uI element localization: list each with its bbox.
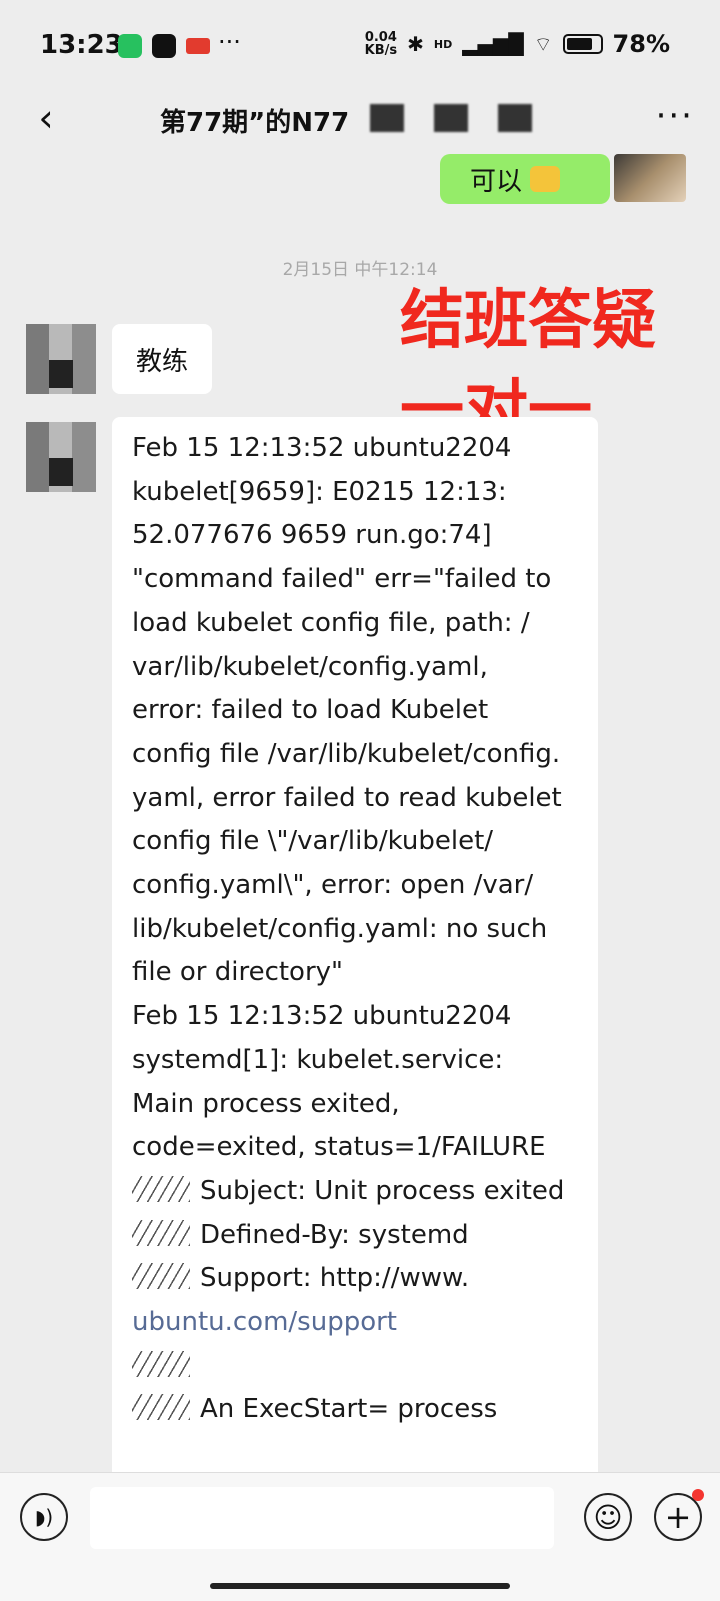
received-message-text: 教练 (136, 346, 189, 377)
chat-header: ‹ 第77期”的N77 ··· (0, 92, 720, 152)
hd-label: HD (433, 37, 453, 51)
log-line-hatched: An ExecStart= process (132, 1388, 598, 1432)
log-line-hatched: Subject: Unit process exited (132, 1170, 598, 1214)
redacted-title-mosaic (370, 104, 532, 132)
log-line: config file /var/lib/kubelet/config. (132, 738, 561, 769)
message-input[interactable] (90, 1487, 554, 1549)
more-options-icon[interactable]: ··· (656, 96, 694, 136)
log-line: Feb 15 12:13:52 ubuntu2204 (132, 433, 512, 463)
notification-dot (692, 1489, 704, 1501)
wifi-icon: ⌔ (533, 31, 553, 56)
message-input-bar: ◗) ☺ + (0, 1472, 720, 1601)
more-notifications-icon: ··· (218, 28, 241, 56)
wechat-notification-icon (118, 34, 142, 58)
log-line: systemd[1]: kubelet.service: (132, 1044, 504, 1075)
log-line: config.yaml\", error: open /var/ (132, 870, 534, 901)
log-line-text: Defined-By: systemd (200, 1219, 469, 1250)
mosaic-block (434, 104, 468, 132)
status-bar: 13:23 ··· 0.04 KB/s ✱ HD ▂▄▆█ ⌔ 78% (0, 0, 720, 92)
received-message-bubble[interactable]: 教练 (112, 324, 213, 394)
log-line: Feb 15 12:13:52 ubuntu2204 (132, 1001, 512, 1032)
log-line-hatched: Support: http://www. (132, 1257, 598, 1301)
log-line-text: Subject: Unit process exited (200, 1175, 565, 1206)
network-speed-unit: KB/s (364, 43, 398, 58)
overlay-line-1: 结班答疑 (400, 284, 656, 358)
contact-avatar[interactable] (26, 324, 96, 394)
home-indicator[interactable] (210, 1583, 510, 1589)
log-line-text: An ExecStart= process (200, 1394, 498, 1425)
log-line-text: Support: http://www. (200, 1263, 470, 1294)
mosaic-block (498, 104, 532, 132)
hatch-marker (132, 1175, 190, 1202)
thumbs-up-icon (530, 166, 560, 192)
cellular-signal-icon: ▂▄▆█ (462, 32, 524, 56)
contact-avatar[interactable] (26, 422, 96, 492)
log-line: "command failed" err="failed to (132, 564, 552, 595)
log-line: yaml, error failed to read kubelet (132, 782, 562, 813)
log-line: error: failed to load Kubelet (132, 695, 489, 726)
back-icon[interactable]: ‹ (26, 96, 66, 140)
hatch-marker (132, 1263, 190, 1290)
log-line: code=exited, status=1/FAILURE (132, 1132, 546, 1163)
log-line: config file \"/var/lib/kubelet/ (132, 826, 494, 857)
news-notification-icon (186, 38, 210, 54)
chat-messages[interactable]: 可以 2月15日 中午12:14 教练 结班答疑 一对一 Feb 15 12:1… (0, 152, 720, 1472)
log-line-hatched (132, 1345, 598, 1389)
log-line: var/lib/kubelet/config.yaml, (132, 651, 488, 682)
log-line: load kubelet config file, path: / (132, 607, 530, 638)
battery-percent: 78% (612, 30, 670, 58)
status-indicators: 0.04 KB/s ✱ HD ▂▄▆█ ⌔ 78% (365, 30, 670, 58)
sent-message-bubble[interactable]: 可以 (439, 154, 610, 204)
voice-input-icon[interactable]: ◗) (20, 1493, 68, 1541)
log-line: Main process exited, (132, 1088, 400, 1119)
log-line: lib/kubelet/config.yaml: no such (132, 913, 548, 944)
battery-icon (562, 34, 603, 54)
mosaic-block (370, 104, 404, 132)
log-line: 52.077676 9659 run.go:74] (132, 520, 492, 551)
received-log-bubble[interactable]: Feb 15 12:13:52 ubuntu2204 kubelet[9659]… (112, 417, 598, 1472)
support-link[interactable]: ubuntu.com/support (132, 1301, 598, 1345)
status-time: 13:23 (40, 30, 123, 60)
emoji-icon[interactable]: ☺ (584, 1493, 632, 1541)
log-line: kubelet[9659]: E0215 12:13: (132, 476, 507, 507)
hatch-marker (132, 1219, 190, 1246)
log-line-hatched: Defined-By: systemd (132, 1214, 598, 1258)
hatch-marker (132, 1350, 190, 1377)
hatch-marker (132, 1394, 190, 1421)
sent-message-text: 可以 (469, 166, 522, 197)
log-line: file or directory" (132, 957, 343, 988)
bluetooth-icon: ✱ (407, 32, 424, 56)
chat-title: 第77期”的N77 (160, 108, 350, 138)
my-avatar[interactable] (614, 154, 686, 202)
tiktok-notification-icon (152, 34, 176, 58)
network-speed: 0.04 KB/s (365, 31, 397, 57)
